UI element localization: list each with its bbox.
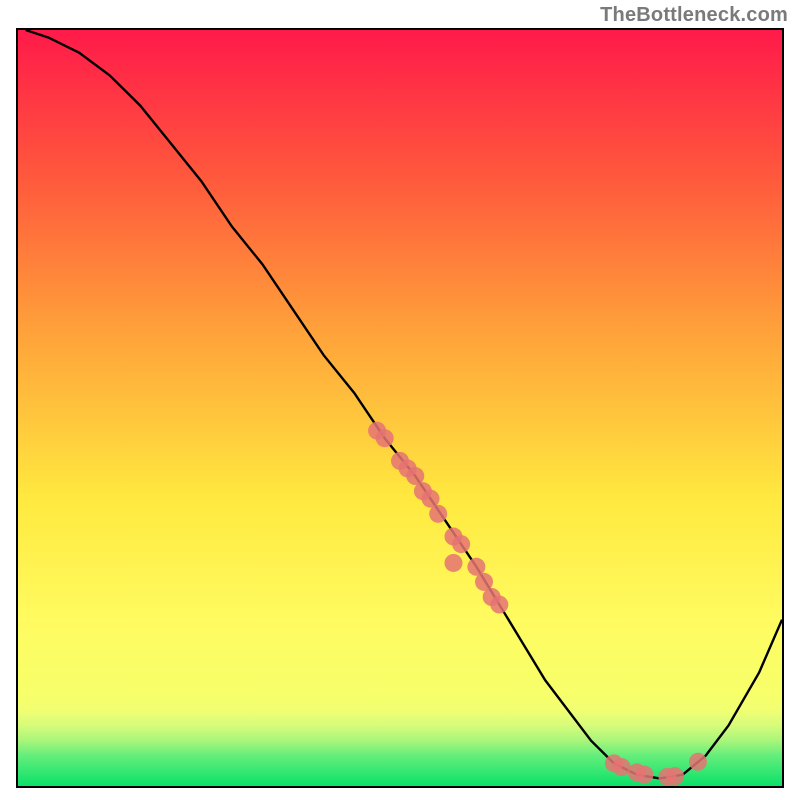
plot-frame [16, 28, 784, 788]
watermark-label: TheBottleneck.com [600, 4, 788, 27]
gradient-background [18, 30, 782, 786]
chart-container: TheBottleneck.com [0, 0, 800, 800]
